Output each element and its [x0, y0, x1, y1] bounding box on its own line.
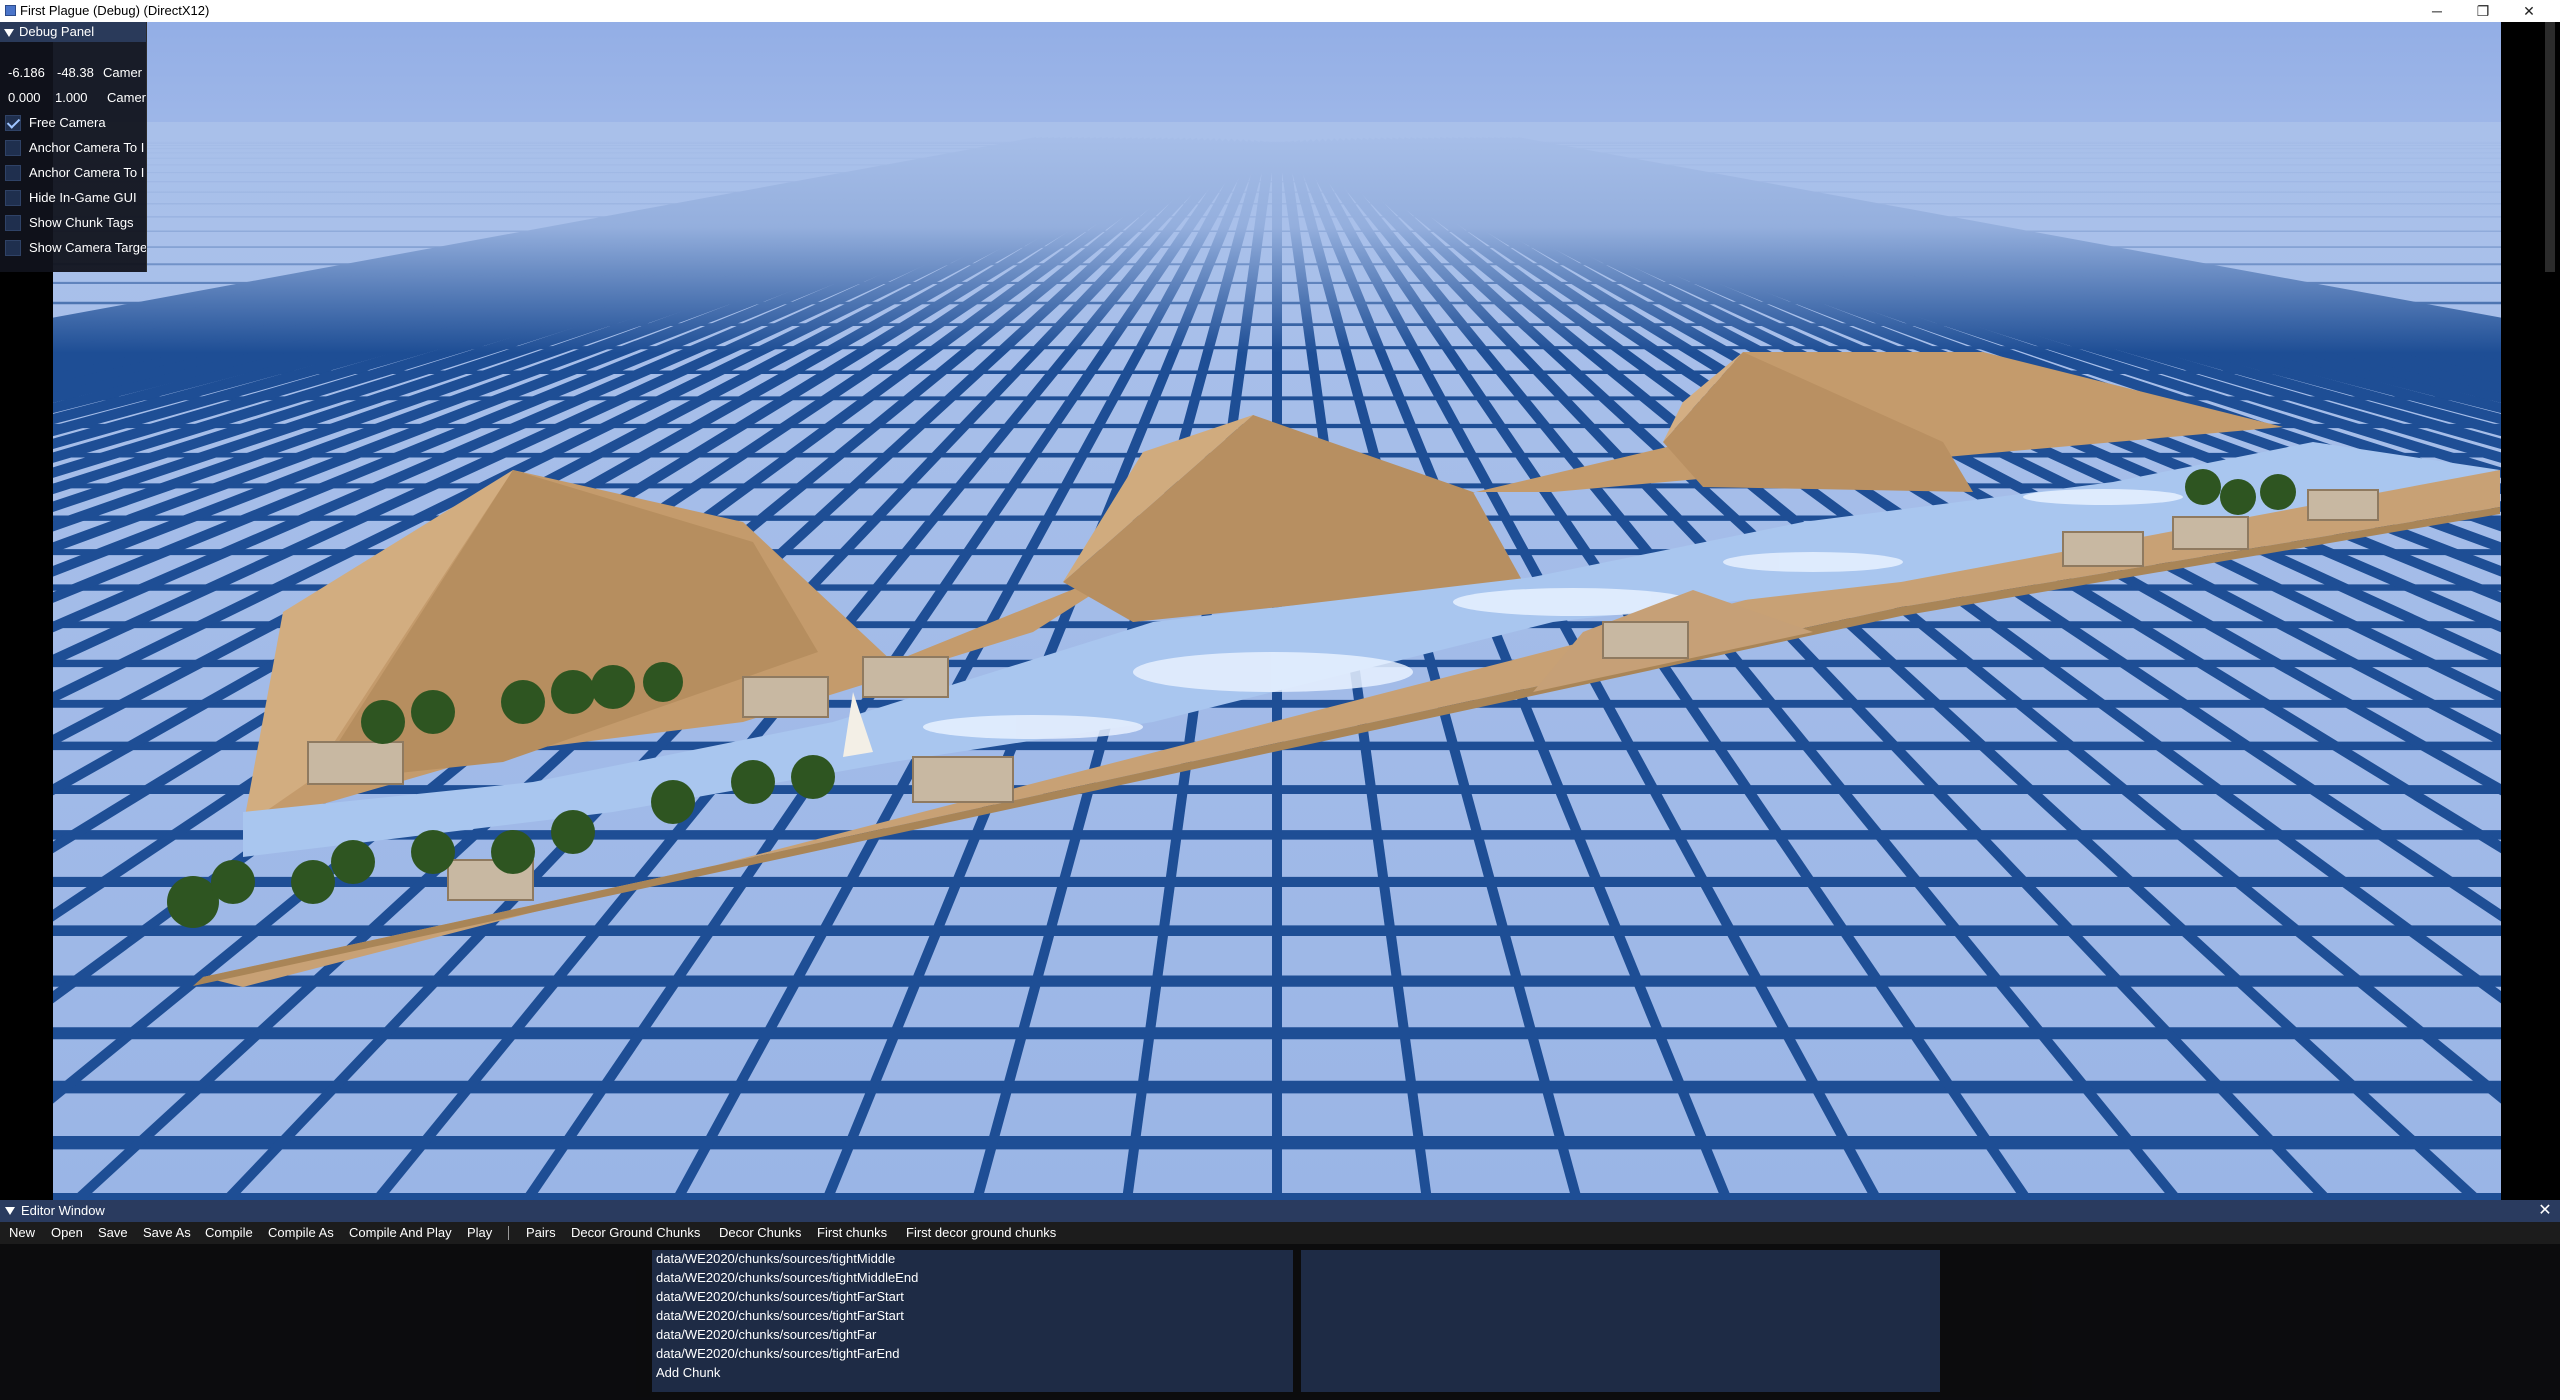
window-title: First Plague (Debug) (DirectX12) — [20, 3, 210, 18]
restore-button[interactable]: ❐ — [2460, 0, 2506, 22]
chunk-detail-panel[interactable] — [1301, 1250, 1940, 1392]
camera-target-y[interactable]: 1.000 — [55, 87, 88, 109]
show-chunk-tags-label: Show Chunk Tags — [29, 215, 134, 230]
anchor-camera-checkbox-2[interactable] — [5, 165, 21, 181]
minimize-button[interactable]: ─ — [2414, 0, 2460, 22]
show-camera-target-checkbox[interactable] — [5, 240, 21, 256]
show-chunk-tags-checkbox[interactable] — [5, 215, 21, 231]
add-chunk-button[interactable]: Add Chunk — [656, 1365, 720, 1380]
editor-window-title: Editor Window — [21, 1203, 105, 1218]
show-camera-target-label: Show Camera Targe — [29, 240, 147, 255]
collapse-triangle-icon[interactable] — [5, 1207, 15, 1215]
collapse-triangle-icon[interactable] — [4, 28, 14, 37]
menu-new[interactable]: New — [9, 1222, 35, 1244]
close-window-button[interactable]: ✕ — [2506, 0, 2552, 22]
hide-gui-checkbox[interactable] — [5, 190, 21, 206]
camera-pos-x[interactable]: -6.186 — [8, 62, 45, 84]
camera-pos-y[interactable]: -48.38 — [57, 62, 94, 84]
close-icon[interactable]: ✕ — [2535, 1200, 2555, 1222]
app-icon — [5, 5, 16, 16]
chunk-list[interactable]: data/WE2020/chunks/sources/tightMiddle d… — [652, 1250, 1293, 1392]
camera-target-x[interactable]: 0.000 — [8, 87, 41, 109]
menu-pairs[interactable]: Pairs — [526, 1222, 556, 1244]
chunk-item[interactable]: data/WE2020/chunks/sources/tightFar — [656, 1327, 876, 1342]
anchor-camera-label-1: Anchor Camera To I — [29, 140, 145, 155]
game-viewport[interactable] — [0, 22, 2560, 1200]
scene-render[interactable] — [53, 22, 2501, 1200]
debug-panel-header[interactable]: Debug Panel — [0, 22, 146, 42]
menu-save-as[interactable]: Save As — [143, 1222, 191, 1244]
chunk-item[interactable]: data/WE2020/chunks/sources/tightFarStart — [656, 1308, 904, 1323]
editor-menubar: New Open Save Save As Compile Compile As… — [0, 1222, 2560, 1244]
menu-compile-as[interactable]: Compile As — [268, 1222, 334, 1244]
debug-panel[interactable]: Debug Panel -6.186 -48.38 Camer 0.000 1.… — [0, 22, 147, 272]
anchor-camera-label-2: Anchor Camera To I — [29, 165, 145, 180]
hide-gui-label: Hide In-Game GUI — [29, 190, 137, 205]
camera-pos-label: Camer — [103, 65, 143, 80]
chunk-item[interactable]: data/WE2020/chunks/sources/tightFarStart — [656, 1289, 904, 1304]
anchor-camera-checkbox-1[interactable] — [5, 140, 21, 156]
debug-panel-title: Debug Panel — [19, 24, 95, 39]
free-camera-checkbox[interactable] — [5, 115, 21, 131]
editor-window-header[interactable]: Editor Window ✕ — [0, 1200, 2560, 1222]
camera-target-label: Camer — [107, 90, 147, 105]
chunk-item[interactable]: data/WE2020/chunks/sources/tightMiddleEn… — [656, 1270, 918, 1285]
menu-first-chunks[interactable]: First chunks — [817, 1222, 887, 1244]
chunk-item[interactable]: data/WE2020/chunks/sources/tightMiddle — [656, 1251, 895, 1266]
chunk-item[interactable]: data/WE2020/chunks/sources/tightFarEnd — [656, 1346, 900, 1361]
menu-compile[interactable]: Compile — [205, 1222, 253, 1244]
menu-decor-chunks[interactable]: Decor Chunks — [719, 1222, 801, 1244]
viewport-scrollbar[interactable] — [2545, 22, 2555, 272]
menu-decor-ground-chunks[interactable]: Decor Ground Chunks — [571, 1222, 700, 1244]
menu-compile-and-play[interactable]: Compile And Play — [349, 1222, 452, 1244]
free-camera-label: Free Camera — [29, 115, 106, 130]
menu-save[interactable]: Save — [98, 1222, 128, 1244]
menu-open[interactable]: Open — [51, 1222, 83, 1244]
menu-separator — [508, 1226, 509, 1240]
menu-first-decor-ground-chunks[interactable]: First decor ground chunks — [906, 1222, 1056, 1244]
menu-play[interactable]: Play — [467, 1222, 492, 1244]
window-titlebar: First Plague (Debug) (DirectX12) ─ ❐ ✕ — [0, 0, 2560, 23]
editor-window[interactable]: Editor Window ✕ New Open Save Save As Co… — [0, 1200, 2560, 1400]
